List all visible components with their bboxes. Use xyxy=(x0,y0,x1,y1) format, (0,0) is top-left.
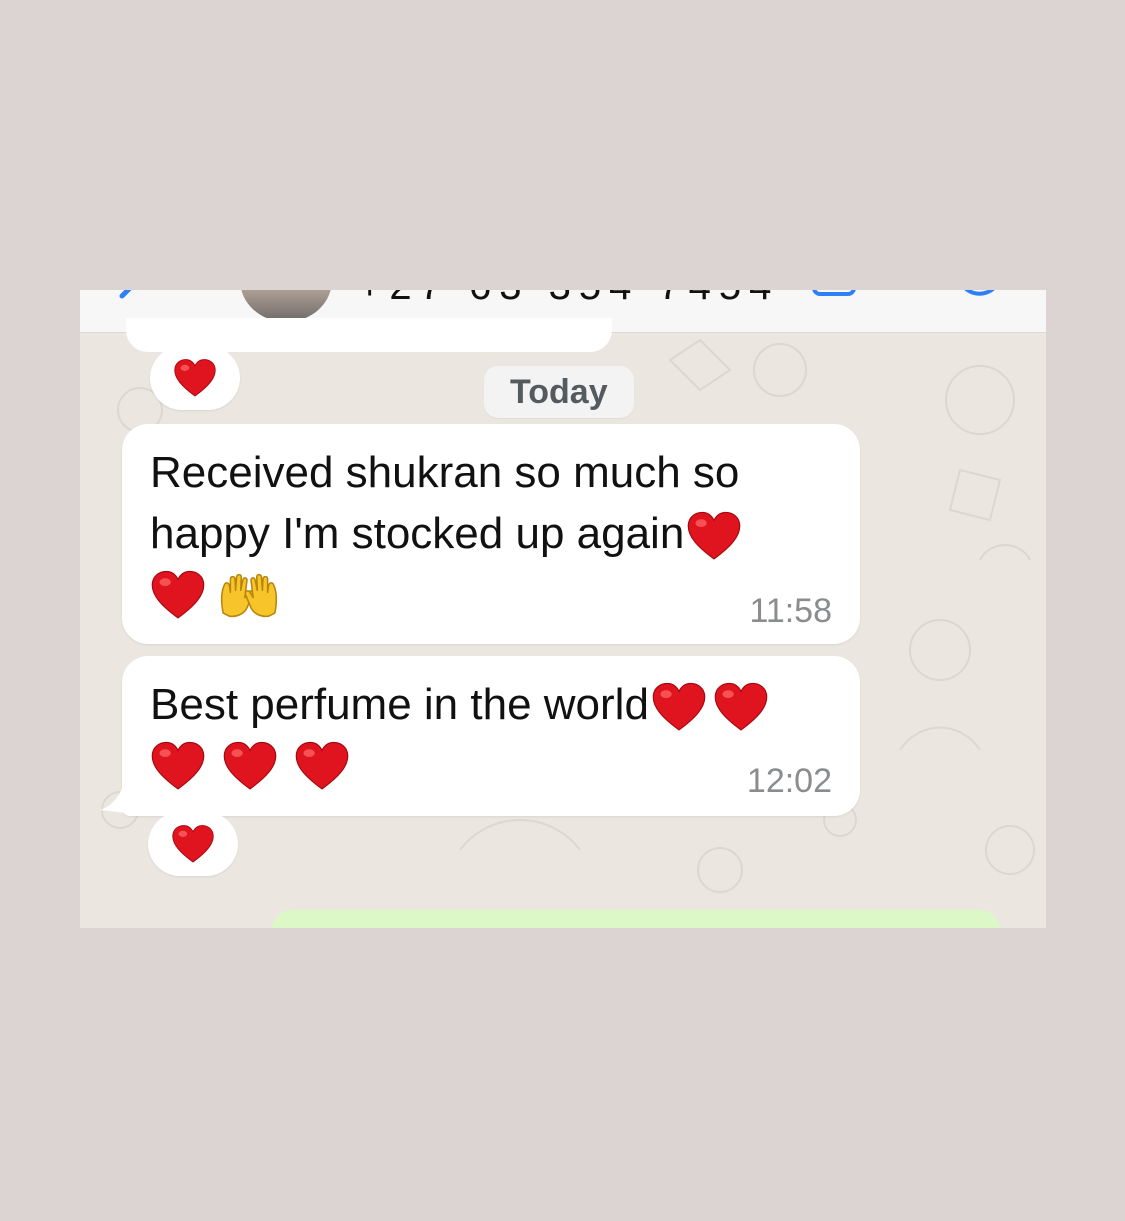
raising-hands-icon xyxy=(218,571,280,619)
message-line: Best perfume in the world xyxy=(150,680,649,729)
message-bubble[interactable]: Received shukran so much so happy I'm st… xyxy=(122,424,860,644)
heart-reaction[interactable] xyxy=(148,812,238,876)
message-line: happy I'm stocked up again xyxy=(150,509,685,558)
red-heart-icon xyxy=(150,569,206,621)
red-heart-icon xyxy=(222,740,278,792)
heart-reaction[interactable] xyxy=(150,346,240,410)
message-timestamp: 12:02 xyxy=(746,762,832,800)
contact-name[interactable]: +27 63 354 7454 xyxy=(358,290,779,309)
red-heart-icon xyxy=(150,740,206,792)
red-heart-icon xyxy=(651,681,707,733)
message-bubble[interactable]: Best perfume in the world 12:02 xyxy=(122,656,860,816)
message-line: Received shukran so much so xyxy=(150,448,740,497)
red-heart-icon xyxy=(686,510,742,562)
message-text: Received shukran so much so happy I'm st… xyxy=(150,442,742,623)
red-heart-icon xyxy=(713,681,769,733)
outgoing-message-bubble xyxy=(272,910,1000,928)
video-call-icon[interactable] xyxy=(812,290,862,300)
phone-call-icon[interactable] xyxy=(956,290,1000,300)
bubble-tail xyxy=(100,778,136,814)
message-timestamp: 11:58 xyxy=(749,592,832,630)
red-heart-icon xyxy=(171,824,215,864)
red-heart-icon xyxy=(294,740,350,792)
date-divider: Today xyxy=(484,366,634,418)
back-chevron-icon[interactable] xyxy=(114,290,144,304)
red-heart-icon xyxy=(173,358,217,398)
chat-screenshot: +27 63 354 7454 Today Received shukran s… xyxy=(80,290,1046,928)
message-text: Best perfume in the world xyxy=(150,674,769,794)
